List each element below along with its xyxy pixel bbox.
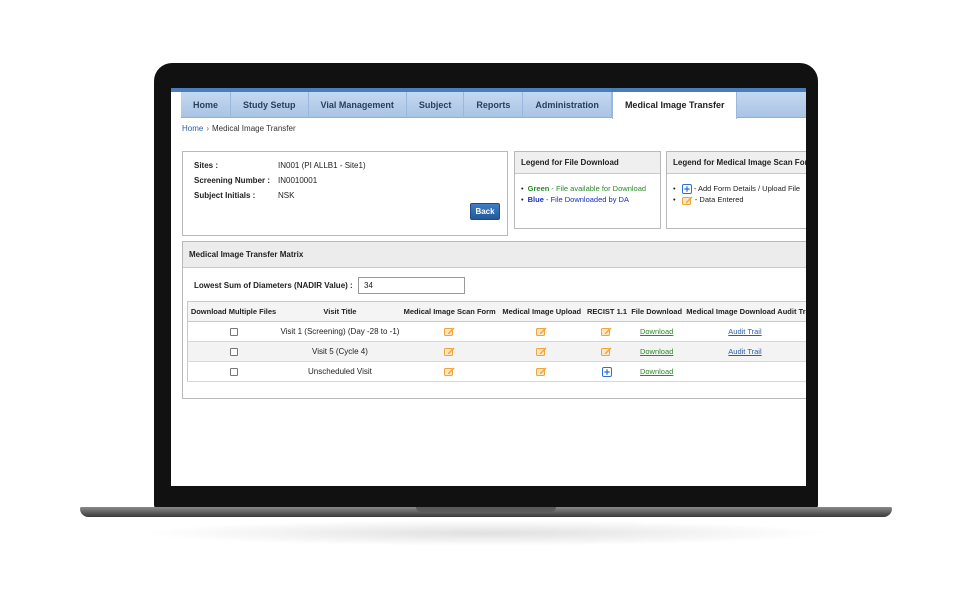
breadcrumb-separator: › (206, 124, 210, 133)
sites-value: IN001 (PI ALLB1 - Site1) (278, 161, 366, 170)
recist-edit-icon[interactable] (601, 347, 612, 357)
initials-row: Subject Initials : NSK (194, 191, 294, 200)
col-audit-trail: Medical Image Download Audit Trail (684, 301, 806, 322)
col-recist: RECIST 1.1 (584, 301, 629, 322)
nav-administration[interactable]: Administration (523, 92, 612, 118)
initials-value: NSK (278, 191, 295, 200)
screening-row: Screening Number : IN0010001 (194, 176, 317, 185)
transfer-matrix-panel: Medical Image Transfer Matrix Lowest Sum… (182, 241, 806, 399)
audit-trail-link[interactable]: Audit Trail (728, 327, 761, 336)
legend-green-item: • Green - File available for Download (521, 184, 647, 193)
legend-blue-item: • Blue - File Downloaded by DA (521, 195, 629, 204)
legend-entered-item: • - Data Entered (673, 195, 744, 205)
scan-form-edit-icon[interactable] (444, 327, 455, 337)
nav-study-setup[interactable]: Study Setup (231, 92, 309, 118)
matrix-table: Download Multiple Files Visit Title Medi… (187, 301, 806, 382)
breadcrumb-home-link[interactable]: Home (182, 124, 203, 133)
sites-row: Sites : IN001 (PI ALLB1 - Site1) (194, 161, 366, 170)
upload-edit-icon[interactable] (536, 327, 547, 337)
visit-title: Unscheduled Visit (279, 361, 401, 382)
app-screen: Home Study Setup Vial Management Subject… (171, 88, 806, 486)
scan-form-edit-icon[interactable] (444, 367, 455, 377)
legend-scan-title: Legend for Medical Image Scan Form (667, 152, 806, 174)
visit-title: Visit 1 (Screening) (Day -28 to -1) (279, 321, 401, 342)
screening-value: IN0010001 (278, 176, 318, 185)
nav-vial-management[interactable]: Vial Management (309, 92, 407, 118)
legend-blue-word: Blue (527, 195, 544, 204)
legend-green-text: - File available for Download (549, 184, 647, 193)
row-checkbox[interactable] (229, 327, 238, 336)
visit-title: Visit 5 (Cycle 4) (279, 341, 401, 362)
audit-trail-link[interactable]: Audit Trail (728, 347, 761, 356)
download-link[interactable]: Download (640, 327, 673, 336)
legend-add-text: - Add Form Details / Upload File (691, 184, 801, 193)
legend-download-title: Legend for File Download (515, 152, 660, 174)
legend-entered-text: - Data Entered (692, 195, 744, 205)
legend-blue-text: - File Downloaded by DA (543, 195, 629, 204)
upload-edit-icon[interactable] (536, 347, 547, 357)
recist-add-icon[interactable] (601, 366, 612, 377)
nav-reports[interactable]: Reports (464, 92, 524, 118)
initials-label: Subject Initials : (194, 191, 256, 200)
col-image-upload: Medical Image Upload (498, 301, 585, 322)
nadir-label: Lowest Sum of Diameters (NADIR Value) : (194, 281, 353, 290)
subject-info-panel: Sites : IN001 (PI ALLB1 - Site1) Screenin… (182, 151, 508, 236)
legend-green-word: Green (527, 184, 550, 193)
col-visit-title: Visit Title (279, 301, 401, 322)
screening-label: Screening Number : (194, 176, 271, 185)
edit-icon (681, 196, 693, 205)
laptop-notch (416, 507, 556, 512)
upload-edit-icon[interactable] (536, 367, 547, 377)
col-download-multiple: Download Multiple Files (187, 301, 280, 322)
table-row: Visit 1 (Screening) (Day -28 to -1) Down… (187, 321, 806, 342)
download-link[interactable]: Download (640, 347, 673, 356)
legend-file-download: Legend for File Download • Green - File a… (514, 151, 661, 229)
download-link[interactable]: Download (640, 367, 673, 376)
nadir-input[interactable]: 34 (358, 277, 465, 294)
recist-edit-icon[interactable] (601, 327, 612, 337)
col-file-download: File Download (629, 301, 685, 322)
scan-form-edit-icon[interactable] (444, 347, 455, 357)
legend-add-item: • - Add Form Details / Upload File (673, 184, 801, 195)
breadcrumb-current: Medical Image Transfer (212, 124, 296, 133)
sites-label: Sites : (194, 161, 219, 170)
table-row: Unscheduled Visit Download (187, 361, 806, 382)
laptop-mockup: Home Study Setup Vial Management Subject… (0, 0, 972, 607)
col-scan-form: Medical Image Scan Form (400, 301, 499, 322)
table-header-row: Download Multiple Files Visit Title Medi… (187, 301, 806, 322)
nav-medical-image-transfer[interactable]: Medical Image Transfer (611, 92, 738, 119)
nav-home[interactable]: Home (181, 92, 232, 118)
breadcrumb: Home › Medical Image Transfer (182, 124, 296, 133)
row-checkbox[interactable] (229, 347, 238, 356)
laptop-shadow (140, 520, 832, 546)
matrix-title: Medical Image Transfer Matrix (183, 242, 806, 268)
nav-subject[interactable]: Subject (407, 92, 465, 118)
row-checkbox[interactable] (229, 367, 238, 376)
add-icon (681, 184, 692, 195)
main-nav: Home Study Setup Vial Management Subject… (181, 92, 806, 119)
legend-scan-form: Legend for Medical Image Scan Form • - A… (666, 151, 806, 229)
back-button[interactable]: Back (470, 203, 500, 220)
table-row: Visit 5 (Cycle 4) Download Audit Trail (187, 341, 806, 362)
